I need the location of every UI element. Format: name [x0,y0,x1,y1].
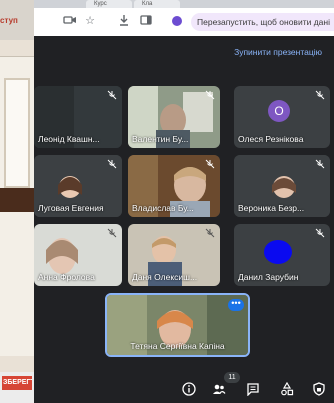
people-icon[interactable] [212,382,226,396]
more-options-button[interactable]: ••• [228,299,244,311]
download-icon[interactable] [116,13,132,29]
mic-off-icon [205,228,215,238]
slide-banner [0,188,34,212]
participant-tile[interactable]: Вероника Безр... [234,155,330,217]
tab-class[interactable]: Кла [134,0,180,8]
participant-name: Леонід Квашн... [38,134,100,144]
participant-name: Анна Фролова [38,272,95,282]
stop-presentation-button[interactable]: Зупинити презентацію [234,47,322,57]
browser-chrome: Курс Кла ☆ Перезапустить, щоб оновити да… [34,0,334,36]
screen: ступ ЗБЕРЕГТИ Курс Кла ☆ Перезапустить, … [0,0,334,403]
mic-off-icon [315,159,325,169]
participant-tile[interactable]: Валентин Бу... [128,86,220,148]
activities-icon[interactable] [280,382,294,396]
participant-tile[interactable]: Леонід Квашн... [34,86,122,148]
mic-off-icon [107,159,117,169]
participant-tile[interactable]: Данил Зарубин [234,224,330,286]
tab-course[interactable]: Курс [86,0,132,8]
participant-name: Луговая Евгения [38,203,104,213]
participant-tile[interactable]: Луговая Евгения [34,155,122,217]
slide-frame [4,78,30,188]
participant-name: Данил Зарубин [238,272,299,282]
self-name: Тетяна Сергіївна Капіна [130,341,225,351]
participant-tile[interactable]: О Олеся Резнікова [234,86,330,148]
participants-count-badge: 11 [224,372,240,383]
save-button[interactable]: ЗБЕРЕГТИ [2,376,32,390]
mic-off-icon [205,90,215,100]
participant-tile[interactable]: Даня Олексиш... [128,224,220,286]
info-icon[interactable] [182,382,196,396]
camera-icon[interactable] [62,13,78,29]
chat-icon[interactable] [246,382,260,396]
participant-tile[interactable]: Анна Фролова [34,224,122,286]
mic-off-icon [107,90,117,100]
meeting-controls: 11 [34,372,334,403]
mic-off-icon [315,228,325,238]
mic-off-icon [205,159,215,169]
host-controls-icon[interactable] [312,382,326,396]
tab-strip: Курс Кла [34,0,334,8]
self-view-tile[interactable]: ••• Тетяна Сергіївна Капіна [105,293,250,357]
bookmark-star-icon[interactable]: ☆ [82,13,98,29]
mic-off-icon [107,228,117,238]
browser-toolbar: ☆ Перезапустить, щоб оновити дані [34,8,334,36]
meet-window: Зупинити презентацію Леонід Квашн... Вал… [34,36,334,403]
mic-off-icon [315,90,325,100]
participant-name: Валентин Бу... [132,134,189,144]
participant-name: Владислав Бу... [132,203,194,213]
background-app: ступ ЗБЕРЕГТИ [0,0,34,403]
avatar [264,240,292,264]
background-app-tab-label[interactable]: ступ [0,16,34,25]
participant-name: Даня Олексиш... [132,272,198,282]
participant-name: Вероника Безр... [238,203,305,213]
participant-tile[interactable]: Владислав Бу... [128,155,220,217]
side-panel-icon[interactable] [138,13,154,29]
avatar: О [268,100,290,122]
restart-update-button[interactable]: Перезапустить, щоб оновити дані [191,13,334,31]
profile-dot[interactable] [172,16,182,26]
participant-name: Олеся Резнікова [238,134,304,144]
